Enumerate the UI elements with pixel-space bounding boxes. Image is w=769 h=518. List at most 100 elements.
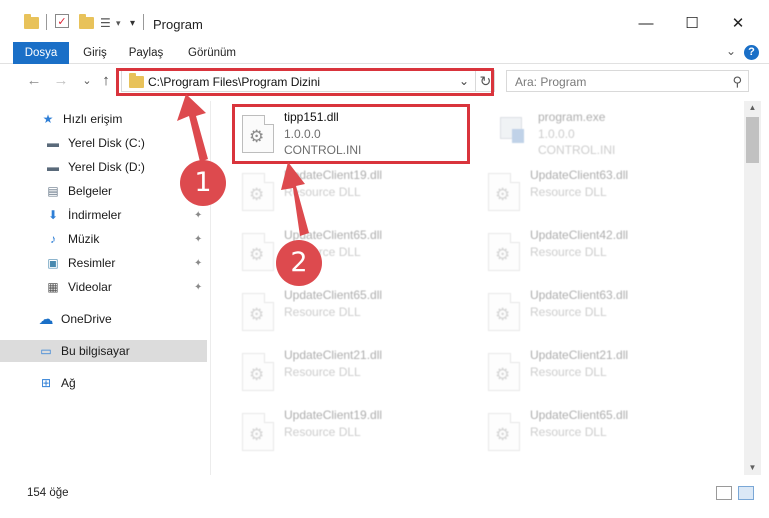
- tab-view[interactable]: Görünüm: [178, 42, 246, 64]
- search-input[interactable]: Ara: Program: [515, 75, 586, 89]
- exe-file-icon: [496, 113, 526, 147]
- nav-drive-d[interactable]: ▬ Yerel Disk (D:): [0, 156, 207, 178]
- pictures-icon: ▣: [47, 256, 59, 270]
- gear-icon: ⚙: [495, 425, 511, 444]
- file-name: UpdateClient42.dll: [530, 228, 629, 242]
- file-name: UpdateClient19.dll: [284, 168, 383, 182]
- nav-this-pc[interactable]: ▭ Bu bilgisayar: [0, 340, 207, 362]
- tab-home[interactable]: Giriş: [74, 42, 116, 64]
- ribbon-expand-icon[interactable]: ⌄: [726, 44, 736, 58]
- pin-icon[interactable]: ✦: [194, 282, 202, 293]
- gear-icon: ⚙: [495, 305, 511, 324]
- nav-network[interactable]: ⊞ Ağ: [0, 372, 207, 394]
- nav-label: Belgeler: [68, 184, 113, 198]
- file-description: CONTROL.INI: [538, 143, 616, 157]
- status-bar: 154 öğe: [0, 480, 769, 506]
- file-item[interactable]: ⚙ UpdateClient19.dll Resource DLL: [236, 165, 476, 217]
- file-description: Resource DLL: [284, 305, 361, 319]
- gear-icon: ⚙: [249, 305, 265, 324]
- close-button[interactable]: ✕: [715, 8, 761, 38]
- gear-icon: ⚙: [495, 185, 511, 204]
- back-button[interactable]: ←: [25, 72, 43, 90]
- file-name: UpdateClient63.dll: [530, 288, 629, 302]
- divider: [46, 14, 47, 30]
- details-view-icon[interactable]: [716, 486, 732, 500]
- dll-file-icon: ⚙: [488, 173, 520, 211]
- minimize-button[interactable]: —: [623, 8, 669, 38]
- file-description: Resource DLL: [530, 425, 607, 439]
- ribbon-tabs: Dosya Giriş Paylaş Görünüm ⌄ ?: [0, 42, 769, 64]
- nav-documents[interactable]: ▤ Belgeler: [0, 180, 207, 202]
- gear-icon: ⚙: [249, 425, 265, 444]
- file-item[interactable]: ⚙ UpdateClient21.dll Resource DLL: [236, 345, 476, 397]
- pin-icon[interactable]: ✦: [194, 234, 202, 245]
- file-item[interactable]: ⚙ UpdateClient63.dll Resource DLL: [482, 165, 722, 217]
- nav-videos[interactable]: ▦ Videolar ✦: [0, 276, 207, 298]
- music-icon: ♪: [50, 232, 56, 246]
- file-description: Resource DLL: [284, 185, 361, 199]
- new-folder-icon[interactable]: [79, 14, 94, 32]
- documents-icon: ▤: [47, 184, 59, 198]
- large-icons-view-icon[interactable]: [738, 486, 754, 500]
- dll-file-icon: ⚙: [242, 293, 274, 331]
- nav-drive-c[interactable]: ▬ Yerel Disk (C:): [0, 132, 207, 154]
- download-icon: ⬇: [47, 208, 59, 222]
- nav-quick-access[interactable]: ★ Hızlı erişim: [0, 108, 207, 130]
- item-count: 154 öğe: [27, 487, 69, 499]
- file-item[interactable]: ⚙ UpdateClient19.dll Resource DLL: [236, 405, 476, 457]
- forward-button[interactable]: →: [52, 72, 70, 90]
- chevron-down-icon[interactable]: ▾: [116, 14, 121, 32]
- file-name: UpdateClient21.dll: [530, 348, 629, 362]
- tab-file[interactable]: Dosya: [13, 42, 69, 64]
- file-item-program-exe[interactable]: program.exe 1.0.0.0 CONTROL.INI: [490, 107, 730, 159]
- gear-icon: ⚙: [249, 185, 265, 204]
- file-item[interactable]: ⚙ UpdateClient65.dll Resource DLL: [482, 405, 722, 457]
- nav-pictures[interactable]: ▣ Resimler ✦: [0, 252, 207, 274]
- pin-icon[interactable]: ✦: [194, 210, 202, 221]
- recent-locations-button[interactable]: ⌄: [78, 72, 96, 90]
- scroll-down-button[interactable]: ▼: [744, 461, 761, 475]
- file-item[interactable]: ⚙ UpdateClient21.dll Resource DLL: [482, 345, 722, 397]
- file-item[interactable]: ⚙ UpdateClient42.dll Resource DLL: [482, 225, 722, 277]
- drive-icon: ▬: [47, 136, 59, 150]
- maximize-button[interactable]: ☐: [669, 8, 715, 38]
- dll-file-icon: ⚙: [242, 233, 274, 271]
- nav-downloads[interactable]: ⬇ İndirmeler ✦: [0, 204, 207, 226]
- help-icon[interactable]: ?: [744, 45, 759, 60]
- scroll-thumb[interactable]: [746, 117, 759, 163]
- scroll-up-button[interactable]: ▲: [744, 101, 761, 115]
- dll-file-icon: ⚙: [242, 173, 274, 211]
- tab-share[interactable]: Paylaş: [121, 42, 171, 64]
- file-description: Resource DLL: [530, 245, 607, 259]
- pin-icon[interactable]: ✦: [194, 258, 202, 269]
- properties-icon[interactable]: ✓: [55, 14, 69, 28]
- file-item[interactable]: ⚙ UpdateClient65.dll Resource DLL: [236, 285, 476, 337]
- file-description: Resource DLL: [284, 425, 361, 439]
- nav-music[interactable]: ♪ Müzik ✦: [0, 228, 207, 250]
- file-name: program.exe: [538, 110, 606, 124]
- file-version: 1.0.0.0: [538, 127, 575, 141]
- vertical-scrollbar[interactable]: ▲ ▼: [744, 101, 761, 475]
- quick-access-dropdown-icon[interactable]: ▾: [130, 14, 135, 32]
- nav-label: Yerel Disk (C:): [68, 136, 145, 150]
- nav-label: OneDrive: [61, 312, 112, 326]
- file-name: UpdateClient19.dll: [284, 408, 383, 422]
- network-icon: ⊞: [40, 376, 52, 390]
- nav-label: Ağ: [61, 376, 76, 390]
- star-icon: ★: [42, 112, 54, 126]
- search-box[interactable]: Ara: Program ⚲: [506, 70, 749, 92]
- file-item[interactable]: ⚙ UpdateClient63.dll Resource DLL: [482, 285, 722, 337]
- window-title: Program: [153, 17, 203, 32]
- nav-label: Müzik: [68, 232, 100, 246]
- customize-icon[interactable]: ☰: [100, 14, 114, 32]
- folder-icon: [24, 14, 39, 32]
- dll-file-icon: ⚙: [488, 293, 520, 331]
- file-item[interactable]: ⚙ UpdateClient65.dll Resource DLL: [236, 225, 476, 277]
- up-button[interactable]: ↑: [97, 72, 115, 90]
- nav-onedrive[interactable]: ☁ OneDrive: [0, 308, 207, 330]
- file-description: Resource DLL: [530, 365, 607, 379]
- videos-icon: ▦: [47, 280, 59, 294]
- file-name: UpdateClient65.dll: [284, 288, 383, 302]
- dll-file-icon: ⚙: [488, 233, 520, 271]
- gear-icon: ⚙: [249, 365, 265, 384]
